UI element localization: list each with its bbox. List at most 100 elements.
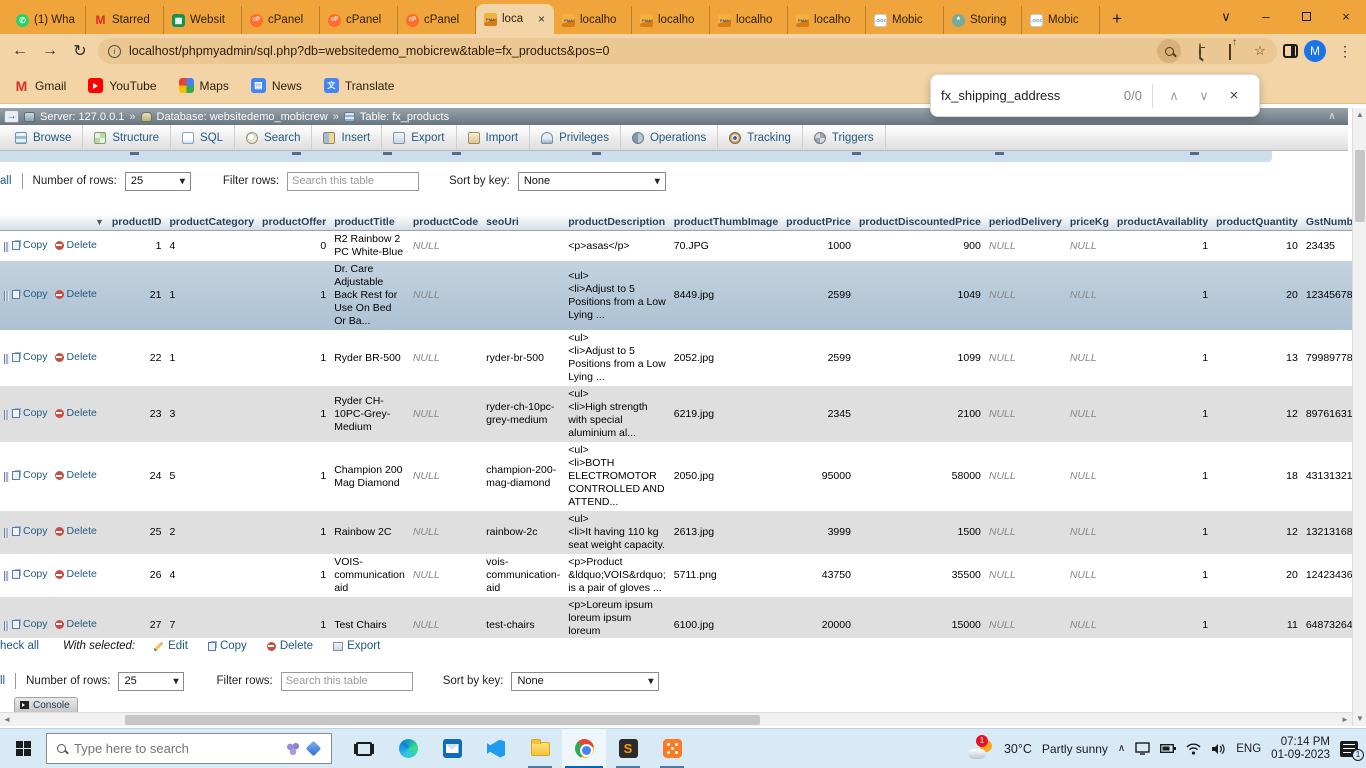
taskbar-app-chrome[interactable] [562, 729, 606, 768]
pma-tab-privileges[interactable]: Privileges [530, 125, 621, 150]
cell-GstNumber[interactable]: 1234567890 [1302, 261, 1352, 330]
vertical-scrollbar[interactable]: ▲ ▼ [1352, 108, 1366, 726]
cell-productDescription[interactable]: <ul> <li>Adjust to 5 Positions from a Lo… [564, 261, 669, 330]
browser-tab-1-starred[interactable]: MStarred [86, 6, 164, 34]
number-of-rows-select[interactable]: 25 ▾ [118, 672, 184, 691]
column-header-productQuantity[interactable]: productQuantity [1212, 214, 1302, 231]
cell-periodDelivery[interactable]: NULL [985, 330, 1066, 386]
notification-center-button[interactable]: 1 [1340, 741, 1358, 757]
cell-productTitle[interactable]: Ryder BR-500 [330, 330, 409, 386]
cell-productAvailablity[interactable]: 1 [1113, 330, 1212, 386]
cell-GstNumber[interactable]: 43131321654 [1302, 442, 1352, 511]
cell-periodDelivery[interactable]: NULL [985, 261, 1066, 330]
cell-productQuantity[interactable]: 10 [1212, 231, 1302, 262]
cell-productCategory[interactable]: 1 [165, 330, 258, 386]
selected-copy-button[interactable]: Copy [208, 640, 247, 652]
column-header-productTitle[interactable]: productTitle [330, 214, 409, 231]
cell-seoUri[interactable]: ryder-br-500 [482, 330, 564, 386]
zoom-icon[interactable] [1189, 44, 1211, 59]
cell-productQuantity[interactable]: 11 [1212, 597, 1302, 638]
browser-menu-icon[interactable]: ⋮ [1332, 43, 1358, 60]
cell-productAvailablity[interactable]: 1 [1113, 231, 1212, 262]
row-copy-link[interactable]: Copy [12, 568, 48, 581]
cell-productPrice[interactable]: 20000 [782, 597, 855, 638]
column-header-productCategory[interactable]: productCategory [165, 214, 258, 231]
cell-productDiscountedPrice[interactable]: 35500 [855, 554, 985, 597]
scroll-up-arrow[interactable]: ▲ [1353, 108, 1366, 122]
cell-productDescription[interactable]: <p>asas</p> [564, 231, 669, 262]
browser-tab-0--1-wha[interactable]: ✆(1) Wha [8, 6, 86, 34]
clock[interactable]: 07:14 PM 01-09-2023 [1271, 736, 1330, 762]
cell-priceKg[interactable]: NULL [1066, 330, 1113, 386]
cell-productID[interactable]: 27 [108, 597, 166, 638]
cell-GstNumber[interactable]: 79989778 [1302, 330, 1352, 386]
row-delete-link[interactable]: Delete [55, 239, 97, 252]
browser-tab-4-cpanel[interactable]: cPcPanel [320, 6, 398, 34]
browser-tab-5-cpanel[interactable]: cPcPanel [398, 6, 476, 34]
cell-productThumbImage[interactable]: 2052.jpg [670, 330, 782, 386]
row-delete-link[interactable]: Delete [55, 618, 97, 631]
row-delete-link[interactable]: Delete [55, 525, 97, 538]
side-panel-icon[interactable] [1283, 44, 1298, 58]
bookmark-maps[interactable]: Maps [179, 78, 229, 93]
cell-productCode[interactable]: NULL [409, 231, 482, 262]
cell-productDiscountedPrice[interactable]: 1049 [855, 261, 985, 330]
cast-icon[interactable] [1135, 742, 1150, 755]
breadcrumb-table[interactable]: Table: fx_products [360, 111, 449, 123]
scroll-down-arrow[interactable]: ▼ [1353, 712, 1366, 726]
cell-productOffer[interactable]: 1 [258, 330, 330, 386]
cell-productDiscountedPrice[interactable]: 15000 [855, 597, 985, 638]
cell-productCode[interactable]: NULL [409, 442, 482, 511]
cell-seoUri[interactable]: ryder-ch-10pc-grey-medium [482, 386, 564, 442]
cell-productID[interactable]: 25 [108, 511, 166, 554]
row-copy-link[interactable]: Copy [12, 525, 48, 538]
column-header-productDescription[interactable]: productDescription [564, 214, 669, 231]
tray-expand-chevron-icon[interactable]: ∧ [1118, 743, 1125, 754]
language-indicator[interactable]: ENG [1236, 743, 1261, 755]
wifi-icon[interactable] [1186, 743, 1201, 755]
cell-productQuantity[interactable]: 18 [1212, 442, 1302, 511]
start-button[interactable] [0, 741, 46, 756]
find-next-button[interactable]: ∨ [1189, 88, 1219, 104]
row-delete-link[interactable]: Delete [55, 288, 97, 301]
taskbar-app-sublime[interactable]: S [606, 729, 650, 768]
cell-priceKg[interactable]: NULL [1066, 442, 1113, 511]
cell-productThumbImage[interactable]: 70.JPG [670, 231, 782, 262]
clipped-edit-icon[interactable] [4, 528, 9, 538]
cell-productCode[interactable]: NULL [409, 511, 482, 554]
pma-tab-triggers[interactable]: Triggers [803, 125, 886, 150]
console-tab[interactable]: Console [14, 697, 78, 712]
share-icon[interactable] [1219, 44, 1241, 59]
tab-search-chevron-icon[interactable]: ∨ [1206, 0, 1246, 34]
column-header-productDiscountedPrice[interactable]: productDiscountedPrice [855, 214, 985, 231]
browser-tab-13-mobic[interactable]: LOGOMobic [1022, 6, 1100, 34]
cell-productID[interactable]: 23 [108, 386, 166, 442]
row-delete-link[interactable]: Delete [55, 469, 97, 482]
row-delete-link[interactable]: Delete [55, 568, 97, 581]
selected-export-button[interactable]: Export [333, 640, 380, 652]
cell-productThumbImage[interactable]: 6219.jpg [670, 386, 782, 442]
cell-seoUri[interactable]: test-chairs [482, 597, 564, 638]
row-delete-link[interactable]: Delete [55, 351, 97, 364]
cell-productTitle[interactable]: Dr. Care Adjustable Back Rest for Use On… [330, 261, 409, 330]
cell-periodDelivery[interactable]: NULL [985, 231, 1066, 262]
cell-productID[interactable]: 22 [108, 330, 166, 386]
cell-priceKg[interactable]: NULL [1066, 261, 1113, 330]
cell-productAvailablity[interactable]: 1 [1113, 511, 1212, 554]
number-of-rows-select[interactable]: 25 ▾ [125, 172, 191, 191]
weather-widget[interactable]: 1 [968, 738, 994, 760]
clipped-edit-icon[interactable] [4, 291, 9, 301]
task-view-button[interactable] [342, 729, 386, 768]
find-query-input[interactable]: fx_shipping_address [941, 88, 1124, 103]
cell-productDescription[interactable]: <ul> <li>Adjust to 5 Positions from a Lo… [564, 330, 669, 386]
reload-button[interactable]: ↻ [68, 41, 92, 61]
cell-productOffer[interactable]: 0 [258, 231, 330, 262]
cell-productTitle[interactable]: Test Chairs [330, 597, 409, 638]
row-copy-link[interactable]: Copy [12, 469, 48, 482]
row-copy-link[interactable]: Copy [12, 351, 48, 364]
cell-periodDelivery[interactable]: NULL [985, 511, 1066, 554]
vertical-scroll-thumb[interactable] [1355, 150, 1365, 222]
row-copy-link[interactable]: Copy [12, 239, 48, 252]
breadcrumb-server[interactable]: Server: 127.0.0.1 [40, 111, 124, 123]
weather-condition[interactable]: Partly sunny [1042, 742, 1108, 756]
